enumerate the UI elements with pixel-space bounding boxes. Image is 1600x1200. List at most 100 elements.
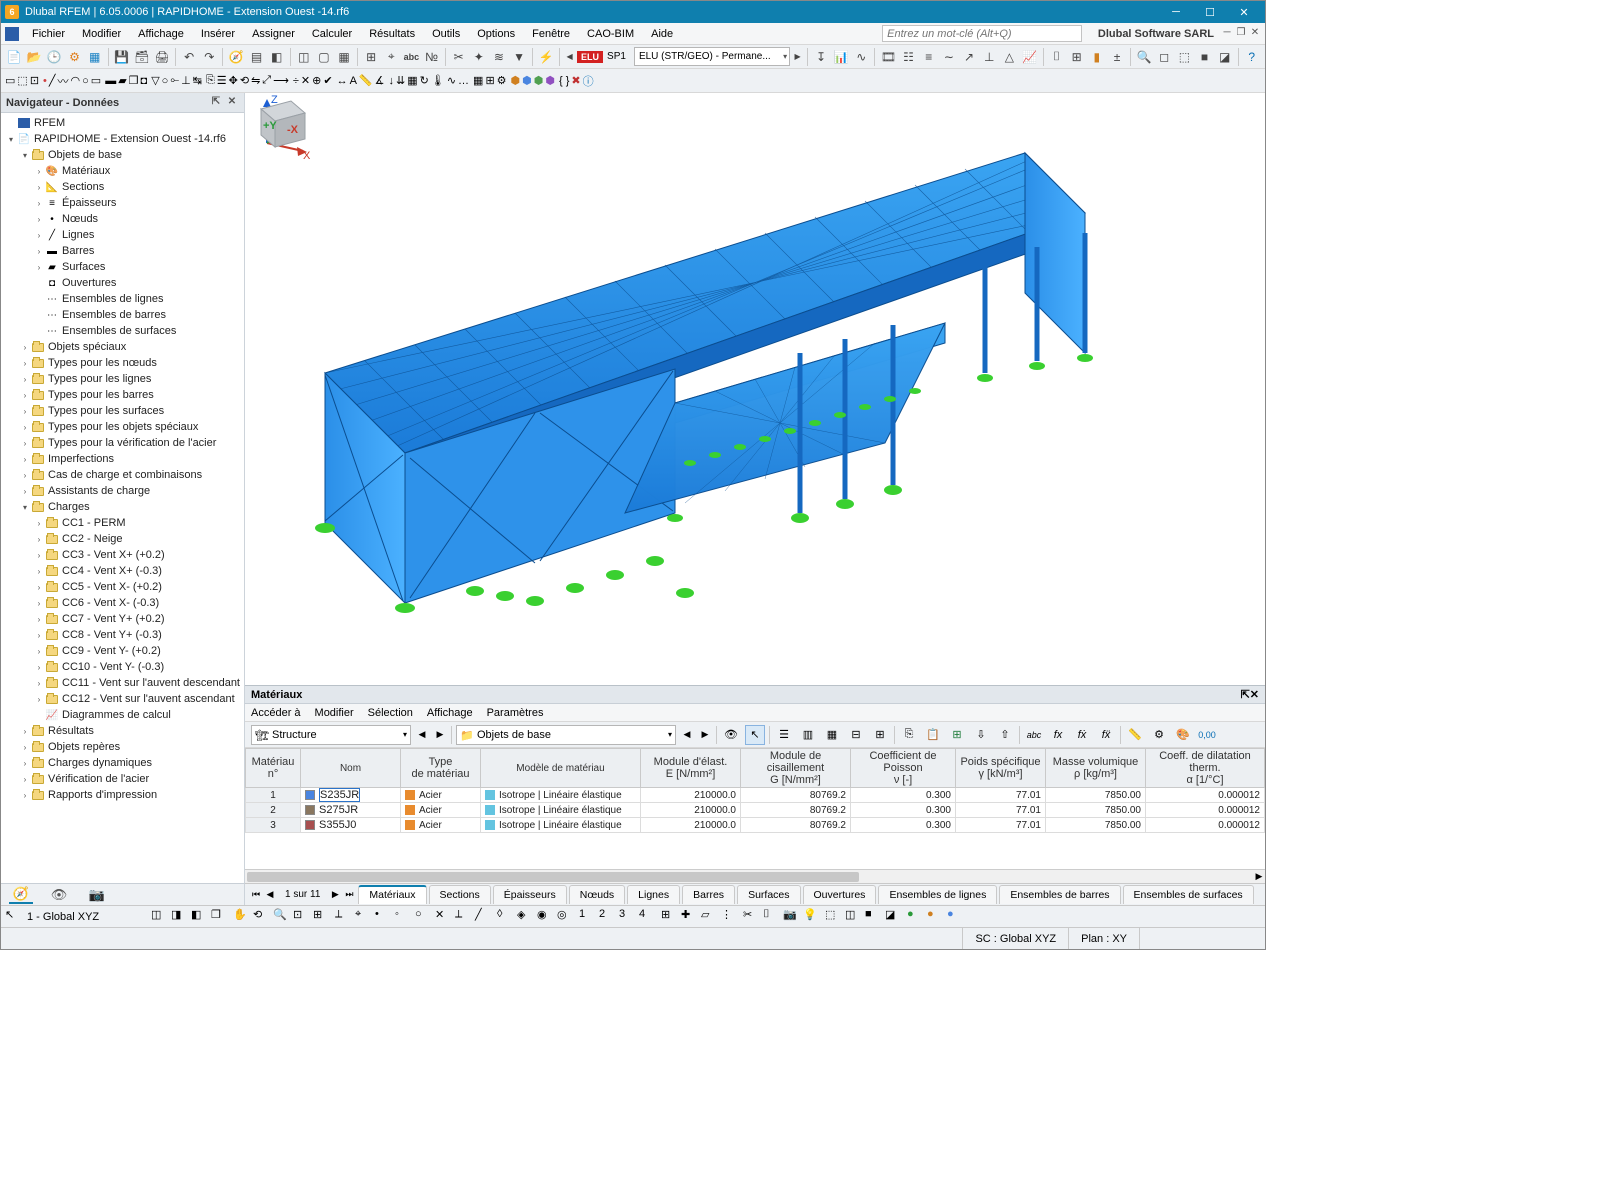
loadcase-next-button[interactable]: ▶ xyxy=(792,47,803,67)
imperfection-icon[interactable]: ∿ xyxy=(447,74,456,87)
dim-icon[interactable]: ↔ xyxy=(337,75,348,87)
materials-table[interactable]: Matériau n° Nom Type de matériau Modèle … xyxy=(245,748,1265,869)
tab-ouvertures[interactable]: Ouvertures xyxy=(803,885,877,904)
tree-diag[interactable]: 📈Diagrammes de calcul xyxy=(1,707,244,723)
tables-icon[interactable]: ▤ xyxy=(247,47,265,67)
b3-render1-icon[interactable]: ● xyxy=(907,908,925,926)
angle-icon[interactable]: ∡ xyxy=(375,74,385,87)
bp-view-icon[interactable]: 👁 xyxy=(721,725,741,745)
tree-tail-4[interactable]: ›Rapports d'impression xyxy=(1,787,244,803)
bp-units-icon[interactable]: 📏 xyxy=(1125,725,1145,745)
bp-menu-goto[interactable]: Accéder à xyxy=(251,707,301,719)
tree-group-0[interactable]: ›Objets spéciaux xyxy=(1,339,244,355)
render-wire-icon[interactable]: ⬚ xyxy=(1175,47,1193,67)
tab-ensembles-de-lignes[interactable]: Ensembles de lignes xyxy=(878,885,997,904)
bp-paste-icon[interactable]: 📋 xyxy=(923,725,943,745)
view-cube[interactable]: +Y -X xyxy=(245,93,311,153)
bp-add-row-icon[interactable]: ⊞ xyxy=(870,725,890,745)
b3-clip-icon[interactable]: ✂ xyxy=(743,908,761,926)
table-row[interactable]: 2 S275JR Acier Isotrope | Linéaire élast… xyxy=(246,803,1265,818)
opening-icon[interactable]: ◘ xyxy=(141,75,148,87)
tab-barres[interactable]: Barres xyxy=(682,885,735,904)
close-button[interactable]: ✕ xyxy=(1227,1,1261,23)
b3-zoom-icon[interactable]: 🔍 xyxy=(273,908,291,926)
diagram-icon[interactable]: 📈 xyxy=(1020,47,1038,67)
loadcase-prev-button[interactable]: ◀ xyxy=(564,47,575,67)
area-load-icon[interactable]: ▦ xyxy=(407,74,417,87)
coord-system-dropdown[interactable]: 1 - Global XYZ xyxy=(27,911,147,923)
bp-prev1-button[interactable]: ◀ xyxy=(415,729,429,740)
b3-axes-on-icon[interactable]: ✚ xyxy=(681,908,699,926)
text-anno-icon[interactable]: A xyxy=(350,75,357,87)
numbering-icon[interactable]: № xyxy=(423,47,441,67)
b3-camera-icon[interactable]: 📷 xyxy=(783,908,801,926)
loadcase-combo-dropdown[interactable]: ELU (STR/GEO) - Permane... xyxy=(634,47,790,66)
move-icon[interactable]: ✥ xyxy=(229,74,238,87)
col-type[interactable]: Type de matériau xyxy=(401,749,481,788)
tab-nœuds[interactable]: Nœuds xyxy=(569,885,625,904)
render-solid-icon[interactable]: ■ xyxy=(1195,47,1213,67)
tree-base-5[interactable]: ›▬Barres xyxy=(1,243,244,259)
member-icon[interactable]: ▬ xyxy=(105,75,116,87)
tree-group-1[interactable]: ›Types pour les nœuds xyxy=(1,355,244,371)
navigator-icon[interactable]: 🧭 xyxy=(227,47,245,67)
tab-matériaux[interactable]: Matériaux xyxy=(358,885,426,904)
tab-surfaces[interactable]: Surfaces xyxy=(737,885,800,904)
tree-charges[interactable]: ▾Charges xyxy=(1,499,244,515)
merge-icon[interactable]: ⊕ xyxy=(312,74,321,87)
b3-shaded-icon[interactable]: ■ xyxy=(865,908,883,926)
help-icon[interactable]: ? xyxy=(1243,47,1261,67)
bp-fx2-icon[interactable]: fẋ xyxy=(1072,725,1092,745)
release-icon[interactable]: ⟜ xyxy=(170,74,179,87)
nav-mode-camera-icon[interactable]: 📷 xyxy=(85,886,109,904)
menu-outils[interactable]: Outils xyxy=(424,26,468,42)
b3-view2-icon[interactable]: 2 xyxy=(599,908,617,926)
more-load-icon[interactable]: … xyxy=(458,75,469,87)
b3-guidelines-icon[interactable]: ⋮ xyxy=(721,908,739,926)
scale-icon[interactable]: ⤢ xyxy=(262,74,271,87)
b3-zoom-win-icon[interactable]: ⊡ xyxy=(293,908,311,926)
tree-loadcase-5[interactable]: ›CC6 - Vent X- (-0.3) xyxy=(1,595,244,611)
b3-pan-icon[interactable]: ✋ xyxy=(233,908,251,926)
tree-tail-0[interactable]: ›Résultats xyxy=(1,723,244,739)
tree-loadcase-1[interactable]: ›CC2 - Neige xyxy=(1,531,244,547)
clip-plane-icon[interactable]: ✂ xyxy=(450,47,468,67)
panel-icon[interactable]: ◧ xyxy=(268,47,286,67)
tree-group-4[interactable]: ›Types pour les surfaces xyxy=(1,403,244,419)
delete-red-icon[interactable]: ✖ xyxy=(571,74,580,87)
tree-loadcase-0[interactable]: ›CC1 - PERM xyxy=(1,515,244,531)
bp-col-icon[interactable]: ▥ xyxy=(798,725,818,745)
bp-prev2-button[interactable]: ◀ xyxy=(680,729,694,740)
box-select-icon[interactable]: ◻ xyxy=(1155,47,1173,67)
tree-base-6[interactable]: ›▰Surfaces xyxy=(1,259,244,275)
addon-2-icon[interactable]: ⬢ xyxy=(522,74,532,87)
menu-aide[interactable]: Aide xyxy=(643,26,681,42)
support-reaction-icon[interactable]: △ xyxy=(1000,47,1018,67)
col-alpha[interactable]: Coeff. de dilatation therm. α [1/°C] xyxy=(1146,749,1265,788)
keyword-search-input[interactable] xyxy=(882,25,1082,42)
filter-results-icon[interactable]: 🔍 xyxy=(1135,47,1153,67)
block-manager-icon[interactable]: ⚙ xyxy=(65,47,83,67)
tree-group-3[interactable]: ›Types pour les barres xyxy=(1,387,244,403)
moment-load-icon[interactable]: ↻ xyxy=(420,74,429,87)
reaction-icon[interactable]: ⊥ xyxy=(980,47,998,67)
bp-dd-objects[interactable]: 📁Objets de base xyxy=(456,725,676,745)
bp-copy-icon[interactable]: ⎘ xyxy=(899,725,919,745)
panel-pin-icon[interactable]: ⇱ xyxy=(1241,688,1250,701)
stiffener-icon[interactable]: ⊥ xyxy=(181,74,191,87)
menu-cao-bim[interactable]: CAO-BIM xyxy=(579,26,642,42)
transparency-icon[interactable]: ◪ xyxy=(1216,47,1234,67)
dxf-icon[interactable]: ⎘ xyxy=(206,74,215,87)
tree-loadcase-7[interactable]: ›CC8 - Vent Y+ (-0.3) xyxy=(1,627,244,643)
menu-options[interactable]: Options xyxy=(469,26,523,42)
info-icon[interactable]: ⓘ xyxy=(583,73,594,89)
filter-icon[interactable]: ▼ xyxy=(510,47,528,67)
menu-fichier[interactable]: Fichier xyxy=(24,26,73,42)
bp-menu-params[interactable]: Paramètres xyxy=(487,707,544,719)
extend-icon[interactable]: ⟶ xyxy=(273,74,289,87)
measure-icon[interactable]: 📏 xyxy=(359,74,373,87)
b3-zoom-all-icon[interactable]: ⊞ xyxy=(313,908,331,926)
tree-group-7[interactable]: ›Imperfections xyxy=(1,451,244,467)
model-manager-icon[interactable]: ▦ xyxy=(86,47,104,67)
b3-hidden-icon[interactable]: ◫ xyxy=(845,908,863,926)
